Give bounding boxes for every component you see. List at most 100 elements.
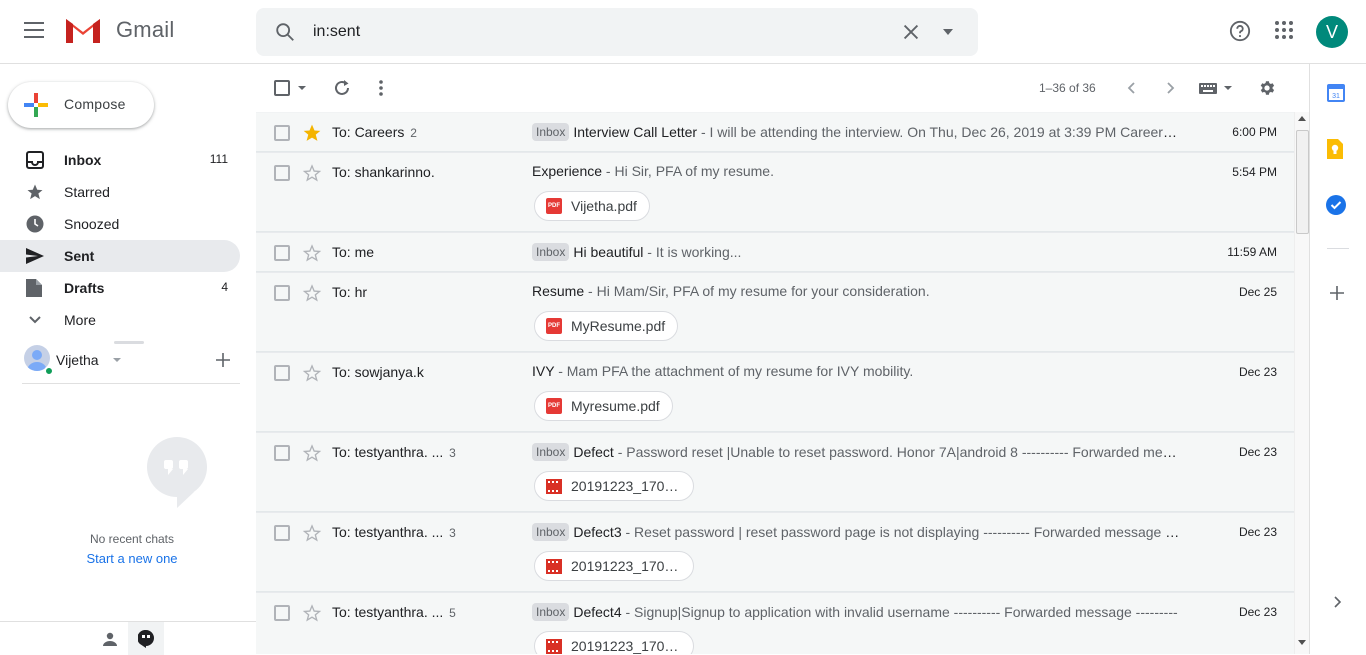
scroll-up-icon[interactable]	[1298, 116, 1306, 121]
select-dropdown-icon[interactable]	[298, 86, 306, 90]
older-page-icon[interactable]	[1167, 82, 1175, 94]
star-outline-icon[interactable]	[302, 283, 322, 303]
email-subject: Defect3	[573, 524, 622, 540]
row-checkbox[interactable]	[274, 525, 290, 541]
email-row[interactable]: To: testyanthra. ... 5 Inbox Defect4 - Si…	[256, 593, 1294, 654]
sidebar-item-inbox[interactable]: Inbox 111	[0, 144, 240, 176]
email-snippet: - Reset password | reset password page i…	[621, 524, 1182, 540]
video-file-icon	[546, 638, 562, 654]
star-outline-icon[interactable]	[302, 443, 322, 463]
email-list: To: Careers 2 Inbox Interview Call Letter…	[256, 112, 1294, 654]
email-list-scrollbar[interactable]	[1294, 112, 1309, 654]
start-new-chat-link[interactable]: Start a new one	[0, 551, 264, 566]
email-summary: Inbox Interview Call Letter - I will be a…	[532, 123, 1182, 143]
hangouts-user[interactable]: Vijetha	[0, 338, 256, 386]
attachment-chip[interactable]: 20191223_170…	[534, 551, 694, 581]
keyboard-icon[interactable]	[1199, 83, 1217, 94]
inbox-label[interactable]: Inbox	[532, 243, 570, 261]
email-recipient: To: testyanthra. ... 3	[332, 444, 456, 460]
compose-label: Compose	[64, 96, 126, 112]
row-checkbox[interactable]	[274, 365, 290, 381]
attachment-chip[interactable]: PDF Myresume.pdf	[534, 391, 673, 421]
scroll-thumb[interactable]	[1296, 130, 1309, 234]
email-row[interactable]: To: hr Resume - Hi Mam/Sir, PFA of my re…	[256, 273, 1294, 353]
recipient-name: To: Careers	[332, 124, 405, 140]
tasks-icon[interactable]	[1326, 195, 1346, 215]
sidebar-item-starred[interactable]: Starred	[0, 176, 240, 208]
sidebar-item-sent[interactable]: Sent	[0, 240, 240, 272]
expand-panel-icon[interactable]	[1334, 596, 1342, 608]
inbox-label[interactable]: Inbox	[532, 523, 570, 541]
row-checkbox[interactable]	[274, 445, 290, 461]
account-avatar[interactable]: V	[1316, 16, 1348, 48]
search-input[interactable]: in:sent	[313, 23, 360, 41]
quote-bubble-icon	[147, 437, 207, 508]
top-bar: Gmail in:sent V	[0, 0, 1366, 64]
email-recipient: To: shankarinno.	[332, 164, 435, 180]
add-addon-icon[interactable]	[1330, 286, 1344, 300]
attachment-chip[interactable]: 20191223_170…	[534, 471, 694, 501]
attachment-name: MyResume.pdf	[571, 318, 666, 334]
select-all-checkbox[interactable]	[274, 80, 290, 96]
row-checkbox[interactable]	[274, 285, 290, 301]
attachment-chip[interactable]: 20191223_170…	[534, 631, 694, 654]
calendar-icon[interactable]: 31	[1327, 84, 1345, 102]
email-row[interactable]: To: testyanthra. ... 3 Inbox Defect3 - Re…	[256, 513, 1294, 593]
resize-handle[interactable]	[114, 341, 144, 344]
sidebar-item-drafts[interactable]: Drafts 4	[0, 272, 240, 304]
star-filled-icon[interactable]	[302, 123, 322, 143]
inbox-label[interactable]: Inbox	[532, 603, 570, 621]
contacts-tab[interactable]	[92, 622, 128, 655]
scroll-down-icon[interactable]	[1298, 640, 1306, 645]
main-menu-icon[interactable]	[24, 22, 46, 42]
sidebar-item-more[interactable]: More	[0, 304, 240, 336]
compose-plus-icon	[24, 93, 48, 117]
search-icon[interactable]	[274, 21, 296, 43]
row-checkbox[interactable]	[274, 125, 290, 141]
email-row[interactable]: To: sowjanya.k IVY - Mam PFA the attachm…	[256, 353, 1294, 433]
email-row[interactable]: To: shankarinno. Experience - Hi Sir, PF…	[256, 153, 1294, 233]
apps-grid-icon[interactable]	[1274, 20, 1294, 40]
hangouts-icon	[138, 630, 154, 648]
row-checkbox[interactable]	[274, 245, 290, 261]
email-row[interactable]: To: testyanthra. ... 3 Inbox Defect - Pas…	[256, 433, 1294, 513]
gmail-logo[interactable]: Gmail	[64, 15, 174, 45]
email-snippet: - I will be attending the interview. On …	[700, 124, 1182, 140]
star-outline-icon[interactable]	[302, 163, 322, 183]
email-row[interactable]: To: Careers 2 Inbox Interview Call Letter…	[256, 113, 1294, 153]
compose-button[interactable]: Compose	[8, 82, 154, 128]
row-checkbox[interactable]	[274, 605, 290, 621]
sidebar-item-snoozed[interactable]: Snoozed	[0, 208, 240, 240]
hangouts-tab[interactable]	[128, 622, 164, 655]
star-outline-icon[interactable]	[302, 603, 322, 623]
newer-page-icon[interactable]	[1127, 82, 1135, 94]
no-recent-chats-text: No recent chats	[89, 532, 175, 546]
more-options-icon[interactable]	[379, 80, 383, 96]
attachment-chip[interactable]: PDF MyResume.pdf	[534, 311, 679, 341]
pdf-icon: PDF	[546, 198, 562, 214]
email-subject: Interview Call Letter	[573, 124, 698, 140]
row-checkbox[interactable]	[274, 165, 290, 181]
online-status-icon	[44, 366, 54, 376]
inbox-label[interactable]: Inbox	[532, 123, 570, 141]
refresh-icon[interactable]	[333, 79, 351, 97]
add-chat-icon[interactable]	[215, 352, 231, 368]
help-icon[interactable]	[1229, 20, 1251, 42]
email-snippet: - Hi Sir, PFA of my resume.	[602, 163, 774, 179]
attachment-chip[interactable]: PDF Vijetha.pdf	[534, 191, 650, 221]
keep-icon[interactable]	[1327, 139, 1343, 159]
star-outline-icon[interactable]	[302, 523, 322, 543]
input-tools-dropdown-icon[interactable]	[1224, 86, 1232, 90]
settings-gear-icon[interactable]	[1258, 79, 1276, 97]
clear-search-icon[interactable]	[900, 21, 922, 43]
search-options-icon[interactable]	[942, 29, 954, 35]
star-outline-icon[interactable]	[302, 243, 322, 263]
inbox-count: 111	[209, 152, 228, 166]
star-outline-icon[interactable]	[302, 363, 322, 383]
search-bar[interactable]: in:sent	[256, 8, 978, 56]
recipient-name: To: hr	[332, 284, 368, 300]
email-row[interactable]: To: me Inbox Hi beautiful - It is working…	[256, 233, 1294, 273]
email-summary: Inbox Hi beautiful - It is working...	[532, 243, 1182, 263]
inbox-label[interactable]: Inbox	[532, 443, 570, 461]
caret-down-icon[interactable]	[113, 358, 121, 362]
